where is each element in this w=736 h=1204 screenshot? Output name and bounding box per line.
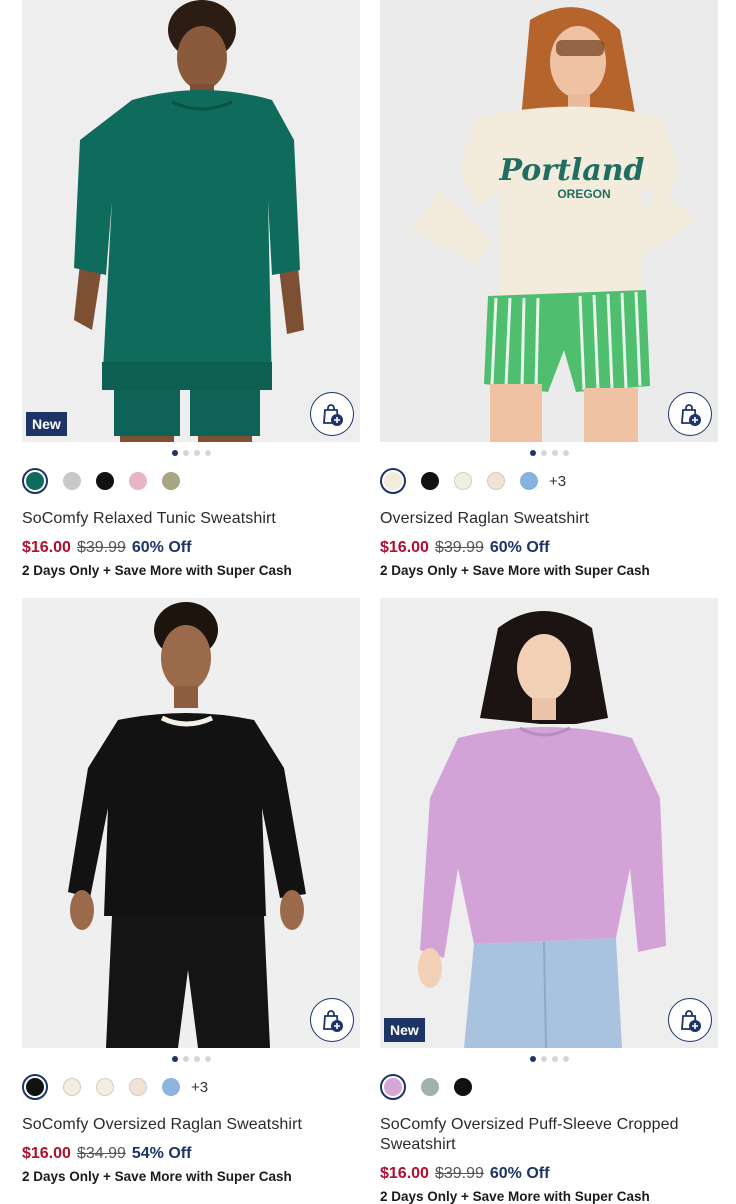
color-swatch[interactable] (129, 1078, 147, 1096)
color-swatches (380, 1073, 718, 1101)
sale-price: $16.00 (22, 1145, 71, 1162)
color-swatch[interactable] (162, 1078, 180, 1096)
new-badge: New (26, 412, 67, 436)
shopping-bag-plus-icon (323, 1010, 343, 1032)
color-swatch[interactable] (421, 472, 439, 490)
product-name[interactable]: SoComfy Oversized Raglan Sweatshirt (22, 1115, 360, 1135)
pagination-dot[interactable] (171, 450, 178, 456)
add-to-bag-button[interactable] (310, 998, 354, 1042)
original-price: $34.99 (76, 1145, 126, 1162)
color-swatches: +3 (380, 467, 718, 495)
original-price: $39.99 (434, 1165, 484, 1182)
pagination-dot[interactable] (540, 450, 547, 456)
pagination-dot[interactable] (193, 450, 200, 456)
product-card[interactable]: New SoComfy Oversized Puff-Sleeve Croppe… (380, 598, 718, 1204)
add-to-bag-button[interactable] (668, 998, 712, 1042)
shopping-bag-plus-icon (681, 404, 701, 426)
pagination-dot[interactable] (562, 1056, 569, 1062)
product-card[interactable]: New SoComfy Relaxed Tunic Sweatshirt $16… (22, 0, 360, 578)
product-image[interactable] (22, 598, 360, 1048)
shopping-bag-plus-icon (323, 404, 343, 426)
pagination-dot[interactable] (204, 450, 211, 456)
color-swatch[interactable] (96, 472, 114, 490)
product-name[interactable]: SoComfy Relaxed Tunic Sweatshirt (22, 509, 360, 529)
pagination-dot[interactable] (562, 450, 569, 456)
add-to-bag-button[interactable] (668, 392, 712, 436)
price-row: $16.00 $39.99 60% Off (22, 539, 360, 557)
product-image[interactable]: New (22, 0, 360, 442)
pagination-dot[interactable] (193, 1056, 200, 1062)
color-swatches: +3 (22, 1073, 360, 1101)
original-price: $39.99 (76, 539, 126, 556)
price-row: $16.00 $39.99 60% Off (380, 1165, 718, 1183)
color-swatch[interactable] (63, 1078, 81, 1096)
color-swatch-selected[interactable] (22, 1074, 48, 1100)
sale-price: $16.00 (380, 539, 429, 556)
promo-text: 2 Days Only + Save More with Super Cash (380, 563, 650, 578)
color-swatch[interactable] (454, 472, 472, 490)
price-row: $16.00 $34.99 54% Off (22, 1145, 360, 1163)
sale-price: $16.00 (22, 539, 71, 556)
pagination-dot[interactable] (540, 1056, 547, 1062)
pagination-dot[interactable] (551, 450, 558, 456)
product-photo (380, 598, 718, 1048)
color-swatch[interactable] (454, 1078, 472, 1096)
product-photo (22, 0, 360, 442)
color-swatch[interactable] (520, 472, 538, 490)
more-colors-count[interactable]: +3 (549, 473, 566, 490)
product-image[interactable]: New (380, 598, 718, 1048)
product-photo: Portland OREGON (380, 0, 718, 442)
color-swatch[interactable] (129, 472, 147, 490)
product-card[interactable]: Portland OREGON +3 Oversized Raglan Swea… (380, 0, 718, 578)
original-price: $39.99 (434, 539, 484, 556)
product-name[interactable]: SoComfy Oversized Puff-Sleeve Cropped Sw… (380, 1115, 718, 1155)
color-swatches (22, 467, 360, 495)
color-swatch[interactable] (63, 472, 81, 490)
price-row: $16.00 $39.99 60% Off (380, 539, 718, 557)
shopping-bag-plus-icon (681, 1010, 701, 1032)
color-swatch-selected[interactable] (380, 468, 406, 494)
sale-price: $16.00 (380, 1165, 429, 1182)
product-image[interactable]: Portland OREGON (380, 0, 718, 442)
product-card[interactable]: +3 SoComfy Oversized Raglan Sweatshirt $… (22, 598, 360, 1184)
promo-text: 2 Days Only + Save More with Super Cash (380, 1189, 650, 1204)
sweatshirt-print-subtext: OREGON (557, 187, 610, 201)
pagination-dot[interactable] (182, 1056, 189, 1062)
more-colors-count[interactable]: +3 (191, 1079, 208, 1096)
product-name[interactable]: Oversized Raglan Sweatshirt (380, 509, 718, 529)
color-swatch-selected[interactable] (380, 1074, 406, 1100)
image-pagination[interactable] (22, 450, 360, 456)
discount-label: 54% Off (131, 1145, 192, 1162)
image-pagination[interactable] (380, 1056, 718, 1062)
pagination-dot[interactable] (182, 450, 189, 456)
discount-label: 60% Off (489, 1165, 550, 1182)
product-photo (22, 598, 360, 1048)
color-swatch[interactable] (162, 472, 180, 490)
discount-label: 60% Off (131, 539, 192, 556)
promo-text: 2 Days Only + Save More with Super Cash (22, 1169, 292, 1184)
image-pagination[interactable] (380, 450, 718, 456)
promo-text: 2 Days Only + Save More with Super Cash (22, 563, 292, 578)
color-swatch-selected[interactable] (22, 468, 48, 494)
sweatshirt-print-text: Portland (498, 153, 644, 188)
image-pagination[interactable] (22, 1056, 360, 1062)
pagination-dot[interactable] (551, 1056, 558, 1062)
color-swatch[interactable] (96, 1078, 114, 1096)
new-badge: New (384, 1018, 425, 1042)
add-to-bag-button[interactable] (310, 392, 354, 436)
pagination-dot[interactable] (529, 1056, 536, 1062)
color-swatch[interactable] (487, 472, 505, 490)
color-swatch[interactable] (421, 1078, 439, 1096)
pagination-dot[interactable] (171, 1056, 178, 1062)
pagination-dot[interactable] (529, 450, 536, 456)
pagination-dot[interactable] (204, 1056, 211, 1062)
discount-label: 60% Off (489, 539, 550, 556)
